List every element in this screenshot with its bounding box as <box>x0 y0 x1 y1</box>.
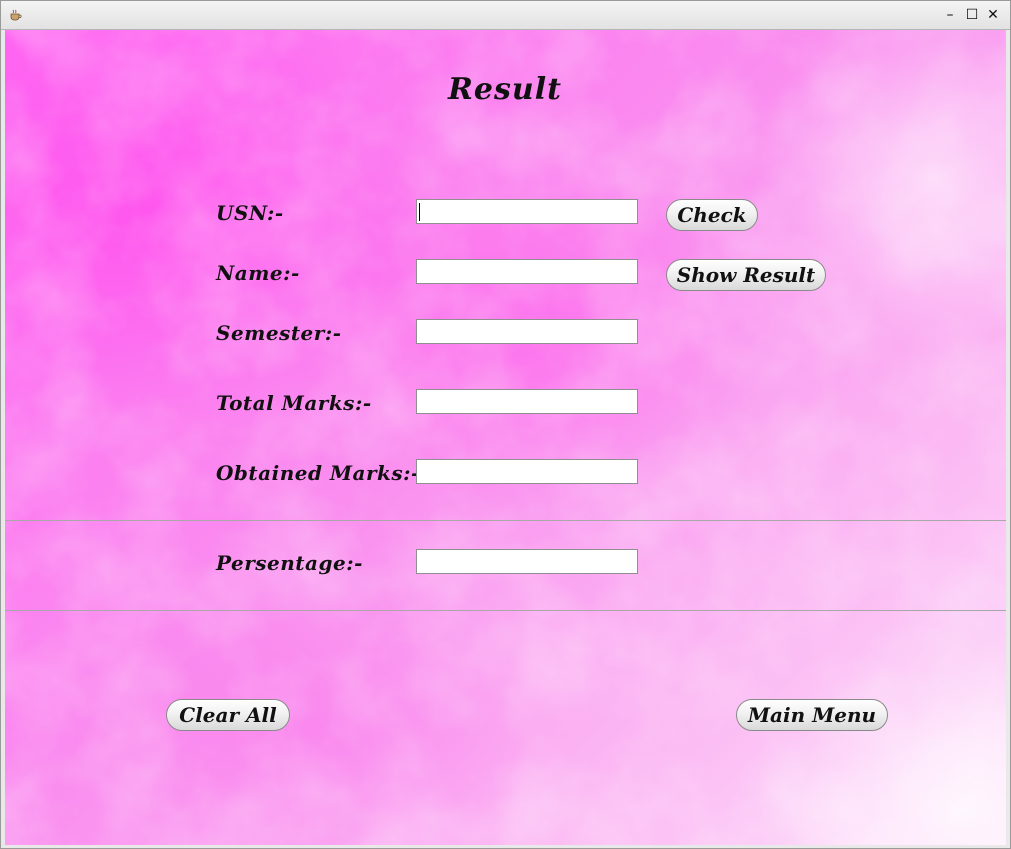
obtained-marks-label: Obtained Marks:- <box>216 461 420 485</box>
page-title: Result <box>448 72 562 107</box>
percentage-input[interactable] <box>416 549 638 574</box>
maximize-icon[interactable]: ☐ <box>963 6 981 24</box>
usn-label: USN:- <box>216 201 284 225</box>
check-button[interactable]: Check <box>666 199 758 231</box>
usn-input[interactable] <box>416 199 638 224</box>
obtained-marks-input[interactable] <box>416 459 638 484</box>
clear-all-button[interactable]: Clear All <box>166 699 290 731</box>
title-bar[interactable]: – ☐ ✕ <box>1 1 1010 30</box>
minimize-icon[interactable]: – <box>941 6 959 24</box>
close-icon[interactable]: ✕ <box>984 6 1002 24</box>
section-divider-bottom <box>5 610 1006 611</box>
name-input[interactable] <box>416 259 638 284</box>
semester-label: Semester:- <box>216 321 342 345</box>
form-panel: Result USN:- Check Name:- Show Result Se… <box>5 30 1006 845</box>
percentage-label: Persentage:- <box>216 551 363 575</box>
total-marks-label: Total Marks:- <box>216 391 372 415</box>
show-result-button[interactable]: Show Result <box>666 259 826 291</box>
section-divider-top <box>5 520 1006 521</box>
semester-input[interactable] <box>416 319 638 344</box>
text-caret <box>419 203 420 221</box>
java-cup-icon <box>10 9 22 21</box>
name-label: Name:- <box>216 261 300 285</box>
main-menu-button[interactable]: Main Menu <box>736 699 888 731</box>
result-window: – ☐ ✕ Result USN:- Check Name:- Show Res… <box>0 0 1011 849</box>
total-marks-input[interactable] <box>416 389 638 414</box>
